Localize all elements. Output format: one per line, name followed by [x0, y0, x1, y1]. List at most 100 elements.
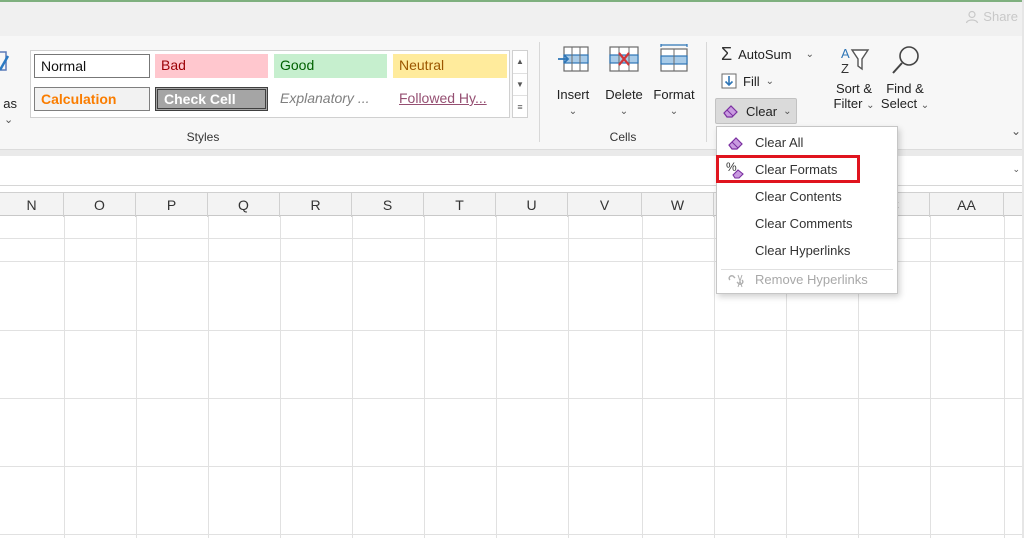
column-header[interactable]: Q	[208, 193, 280, 217]
title-bar	[0, 0, 1024, 36]
expand-formula-bar-icon[interactable]: ⌄	[1012, 164, 1020, 175]
style-followed-hyperlink[interactable]: Followed Hy...	[393, 87, 507, 111]
gallery-up-button[interactable]: ▲	[513, 51, 527, 73]
grid-line	[1004, 216, 1005, 538]
chevron-down-icon: ⌄	[783, 105, 792, 117]
column-header[interactable]: AA	[930, 193, 1004, 217]
highlight-box	[716, 155, 860, 183]
chevron-down-icon: ⌄	[669, 106, 679, 117]
sort-filter-button[interactable]: A Z Sort & Filter ⌄	[830, 44, 878, 111]
gallery-scroller: ▲ ▼ ≡	[512, 50, 528, 118]
grid-line	[0, 534, 1024, 535]
grid-line	[208, 216, 209, 538]
chevron-down-icon: ⌄	[920, 100, 930, 111]
style-neutral[interactable]: Neutral	[393, 54, 507, 78]
column-header[interactable]: O	[64, 193, 136, 217]
style-good[interactable]: Good	[274, 54, 387, 78]
grid-line	[714, 216, 715, 538]
insert-cells-icon	[558, 46, 589, 72]
style-explanatory[interactable]: Explanatory ...	[274, 87, 387, 111]
menu-item-clear-contents[interactable]: Clear Contents	[717, 183, 897, 210]
chevron-down-icon: ⌄	[765, 75, 774, 87]
sort-filter-icon: A Z	[841, 46, 870, 76]
format-button[interactable]: Format ⌄	[650, 44, 698, 117]
group-separator	[539, 42, 540, 142]
cell-styles-gallery: Normal Bad Good Neutral Calculation Chec…	[30, 50, 510, 118]
share-button[interactable]: Share	[965, 9, 1018, 24]
menu-item-remove-hyperlinks[interactable]: Remove Hyperlinks	[717, 266, 897, 293]
menu-item-clear-comments[interactable]: Clear Comments	[717, 210, 897, 237]
group-separator	[706, 42, 707, 142]
column-header[interactable]: T	[424, 193, 496, 217]
clear-label: Clear	[746, 103, 778, 119]
delete-cells-icon	[609, 46, 639, 72]
cells-group-label: Cells	[609, 130, 637, 144]
sort-filter-label: Sort & Filter ⌄	[833, 81, 875, 111]
autosum-button[interactable]: Σ AutoSum ⌄	[721, 44, 814, 65]
column-header[interactable]: N	[0, 193, 64, 217]
column-header[interactable]: U	[496, 193, 568, 217]
gallery-down-button[interactable]: ▼	[513, 73, 527, 95]
more-icon: ≡	[517, 102, 523, 112]
menu-item-clear-hyperlinks[interactable]: Clear Hyperlinks	[717, 237, 897, 264]
menu-item-label: Clear Hyperlinks	[755, 243, 851, 258]
menu-item-label: Clear Contents	[755, 189, 842, 204]
grid-line	[424, 216, 425, 538]
column-header[interactable]: P	[136, 193, 208, 217]
share-label: Share	[983, 9, 1018, 24]
delete-label: Delete	[605, 87, 643, 102]
column-header[interactable]: V	[568, 193, 642, 217]
chevron-down-icon: ⌄	[866, 100, 875, 111]
find-select-label: Find & Select ⌄	[880, 81, 930, 111]
grid-line	[496, 216, 497, 538]
style-normal[interactable]: Normal	[34, 54, 150, 78]
styles-group-label: Styles	[186, 130, 220, 144]
grid-line	[64, 216, 65, 538]
eraser-icon	[728, 136, 743, 150]
menu-item-clear-all[interactable]: Clear All	[717, 129, 897, 156]
insert-label: Insert	[556, 87, 590, 102]
format-label: Format	[653, 87, 695, 102]
format-as-table-icon	[0, 51, 10, 71]
grid-line	[930, 216, 931, 538]
magnifier-icon	[892, 46, 919, 74]
eraser-icon	[723, 105, 738, 118]
fill-button[interactable]: Fill ⌄	[721, 73, 774, 89]
chevron-down-icon: ⌄	[619, 106, 629, 117]
fill-label: Fill	[743, 73, 760, 89]
insert-button[interactable]: Insert ⌄	[552, 44, 594, 117]
grid-line	[136, 216, 137, 538]
grid-line	[280, 216, 281, 538]
fill-down-icon	[721, 73, 737, 89]
menu-item-label: Remove Hyperlinks	[755, 272, 868, 287]
gallery-more-button[interactable]: ≡	[513, 95, 527, 117]
menu-item-label: Clear All	[755, 135, 804, 150]
column-header[interactable]: W	[642, 193, 714, 217]
grid-line	[0, 398, 1024, 399]
menu-item-label: Clear Comments	[755, 216, 853, 231]
clear-button[interactable]: Clear ⌄	[715, 98, 797, 124]
autosum-label: AutoSum	[738, 47, 792, 62]
format-cells-icon	[660, 44, 688, 72]
style-check-cell[interactable]: Check Cell	[155, 87, 268, 111]
sigma-icon: Σ	[721, 44, 733, 64]
find-select-button[interactable]: Find & Select ⌄	[880, 44, 930, 111]
chevron-down-icon: ⌄	[568, 106, 578, 117]
svg-text:Z: Z	[841, 61, 849, 76]
format-as-label: t as⌄	[0, 96, 17, 126]
style-bad[interactable]: Bad	[155, 54, 268, 78]
format-as-table-button[interactable]: t as⌄	[0, 48, 26, 126]
clear-dropdown-menu: Clear All % Clear Formats Clear Contents…	[716, 126, 898, 294]
collapse-ribbon-icon[interactable]: ⌄	[1011, 124, 1021, 138]
caret-up-icon: ▲	[516, 57, 524, 66]
delete-button[interactable]: Delete ⌄	[602, 44, 646, 117]
column-header[interactable]: R	[280, 193, 352, 217]
grid-line	[0, 466, 1024, 467]
style-calculation[interactable]: Calculation	[34, 87, 150, 111]
column-header[interactable]: S	[352, 193, 424, 217]
person-icon	[966, 10, 979, 23]
unlink-icon	[728, 274, 744, 287]
svg-text:A: A	[841, 46, 850, 61]
grid-line	[568, 216, 569, 538]
chevron-down-icon: ⌄	[805, 49, 815, 60]
